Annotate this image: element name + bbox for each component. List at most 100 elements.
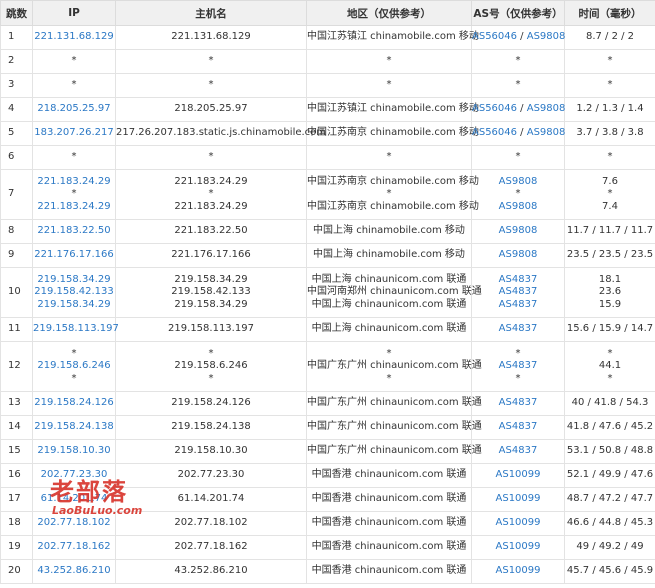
as-link[interactable]: AS4837 [499, 323, 538, 334]
as-cell: AS9808 * AS9808 [471, 169, 565, 220]
hostname-line: 219.158.6.246 [174, 360, 248, 372]
region-line: 中国上海 chinamobile.com 移动 [313, 225, 465, 237]
as-link[interactable]: AS9808 [527, 31, 566, 42]
ip-link[interactable]: 61.14.201.74 [41, 493, 108, 504]
ip-link[interactable]: 183.207.26.217 [34, 127, 114, 138]
ip-link[interactable]: 221.183.22.50 [37, 225, 110, 236]
time-line: 15.6 / 15.9 / 14.7 [566, 323, 654, 335]
header-ip[interactable]: IP [32, 0, 116, 26]
as-line: AS4837 [472, 421, 564, 434]
as-link[interactable]: AS9808 [527, 103, 566, 114]
hop-number: 2 [0, 49, 33, 74]
header-region[interactable]: 地区（仅供参考） [306, 0, 472, 26]
as-link[interactable]: AS4837 [499, 286, 538, 297]
as-link[interactable]: AS9808 [499, 201, 538, 212]
ip-link[interactable]: 219.158.6.246 [37, 360, 110, 371]
time-cell: 46.6 / 44.8 / 45.3 [564, 511, 655, 536]
hostname-cell: 221.183.22.50 [115, 219, 307, 244]
ip-link[interactable]: 221.176.17.166 [34, 249, 114, 260]
as-link[interactable]: AS9808 [527, 127, 566, 138]
ip-cell: 43.252.86.210 [32, 559, 116, 584]
as-link[interactable]: AS4837 [499, 445, 538, 456]
time-cell: 7.6 * 7.4 [564, 169, 655, 220]
as-link[interactable]: AS9808 [499, 225, 538, 236]
ip-line: 219.158.24.138 [33, 421, 115, 434]
as-line: AS4837 [472, 397, 564, 410]
ip-link[interactable]: 219.158.34.29 [37, 274, 110, 285]
as-link[interactable]: AS56046 [472, 103, 517, 114]
hop-number: 20 [0, 559, 33, 584]
header-as-number[interactable]: AS号（仅供参考） [471, 0, 565, 26]
hostname-line: 219.158.34.29 [174, 298, 248, 310]
as-link[interactable]: AS10099 [496, 493, 541, 504]
traceroute-table: 跳数 IP 主机名 地区（仅供参考） AS号（仅供参考） 时间（毫秒） 1 221… [0, 0, 655, 584]
as-link[interactable]: AS9808 [499, 176, 538, 187]
region-line: 中国江苏南京 chinamobile.com 移动 [307, 127, 479, 139]
as-link[interactable]: AS4837 [499, 299, 538, 310]
time-cell: 18.1 23.6 15.9 [564, 267, 655, 318]
header-hop[interactable]: 跳数 [0, 0, 33, 26]
as-link[interactable]: AS56046 [472, 31, 517, 42]
time-cell: 53.1 / 50.8 / 48.8 [564, 439, 655, 464]
hop-number: 18 [0, 511, 33, 536]
hostname-cell: * [115, 49, 307, 74]
header-time-ms[interactable]: 时间（毫秒） [564, 0, 655, 26]
as-link[interactable]: AS10099 [496, 565, 541, 576]
region-cell: * [306, 49, 472, 74]
hostname-cell: * [115, 73, 307, 98]
time-cell: 1.2 / 1.3 / 1.4 [564, 97, 655, 122]
as-cell: AS9808 [471, 219, 565, 244]
as-link[interactable]: AS9808 [499, 249, 538, 260]
as-link[interactable]: AS4837 [499, 274, 538, 285]
header-hostname[interactable]: 主机名 [115, 0, 307, 26]
as-link[interactable]: AS4837 [499, 360, 538, 371]
hostname-line: 219.158.113.197 [168, 323, 254, 335]
ip-link[interactable]: 221.131.68.129 [34, 31, 114, 42]
table-row: 18 202.77.18.102 202.77.18.102 中国香港 chinaun… [0, 511, 655, 536]
ip-link[interactable]: 221.183.24.29 [37, 176, 110, 187]
region-line: 中国江苏南京 chinamobile.com 移动 [307, 175, 479, 187]
as-link[interactable]: AS10099 [496, 541, 541, 552]
as-cell: * [471, 145, 565, 170]
ip-link[interactable]: 219.158.24.138 [34, 421, 114, 432]
hop-number: 11 [0, 317, 33, 342]
ip-line: 221.183.24.29 [33, 176, 115, 189]
ip-link[interactable]: 202.77.18.162 [37, 541, 110, 552]
as-link[interactable]: AS4837 [499, 397, 538, 408]
region-line: * [386, 151, 392, 163]
ip-line: 219.158.10.30 [33, 445, 115, 458]
time-line: 15.9 [598, 298, 622, 310]
ip-link[interactable]: 43.252.86.210 [37, 565, 110, 576]
as-line: AS9808 [472, 176, 564, 189]
ip-cell: 183.207.26.217 [32, 121, 116, 146]
ip-link[interactable]: 202.77.23.30 [41, 469, 108, 480]
as-line: AS4837 [472, 323, 564, 336]
table-row: 4 218.205.25.97 218.205.25.97 中国江苏镇江 chinam… [0, 97, 655, 122]
as-link[interactable]: AS10099 [496, 469, 541, 480]
region-line: * [386, 372, 392, 384]
time-line: 18.1 [598, 273, 622, 285]
as-link[interactable]: AS4837 [499, 421, 538, 432]
as-link[interactable]: AS10099 [496, 517, 541, 528]
ip-link[interactable]: 202.77.18.102 [37, 517, 110, 528]
ip-link[interactable]: 219.158.34.29 [37, 299, 110, 310]
as-cell: AS4837 [471, 391, 565, 416]
ip-link[interactable]: 219.158.10.30 [37, 445, 110, 456]
ip-link[interactable]: 218.205.25.97 [37, 103, 110, 114]
as-line: AS4837 [472, 286, 564, 299]
ip-line: * [71, 79, 77, 91]
ip-link[interactable]: 221.183.24.29 [37, 201, 110, 212]
ip-cell: 202.77.23.30 [32, 463, 116, 488]
ip-link[interactable]: 219.158.24.126 [34, 397, 114, 408]
ip-cell: 219.158.24.138 [32, 415, 116, 440]
ip-link[interactable]: 219.158.113.197 [33, 323, 119, 334]
as-link[interactable]: AS56046 [472, 127, 517, 138]
region-line: 中国上海 chinaunicom.com 联通 [311, 273, 467, 285]
time-line: 8.7 / 2 / 2 [585, 31, 635, 43]
ip-line: 221.131.68.129 [33, 31, 115, 44]
as-line: AS10099 [472, 517, 564, 530]
region-line: 中国上海 chinaunicom.com 联通 [311, 298, 467, 310]
ip-link[interactable]: 219.158.42.133 [34, 286, 114, 297]
as-empty: * [515, 79, 521, 91]
hop-number: 14 [0, 415, 33, 440]
